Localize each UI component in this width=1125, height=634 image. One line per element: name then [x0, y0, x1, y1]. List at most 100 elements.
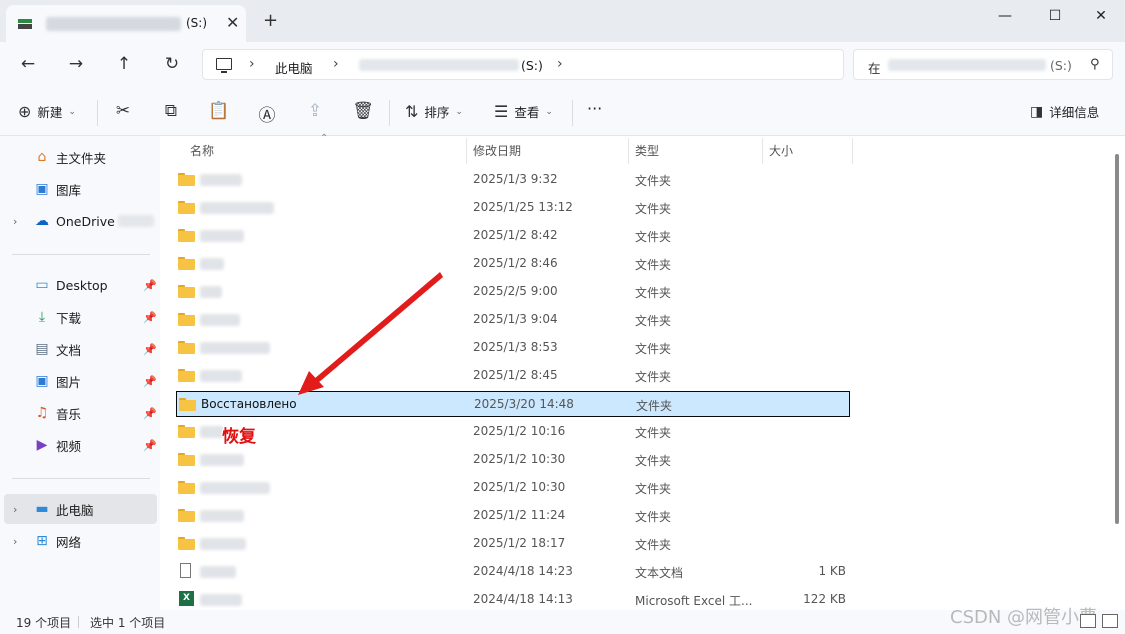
address-bar[interactable]: › 此电脑 › (S:) › — [202, 49, 844, 80]
minimize-button[interactable]: — — [990, 6, 1020, 30]
sidebar-item-this-pc[interactable]: › ▬ 此电脑 — [4, 494, 157, 524]
paste-icon[interactable]: 📋 — [208, 101, 230, 121]
file-date: 2025/1/2 8:46 — [473, 256, 558, 270]
search-icon[interactable]: ⚲ — [1090, 57, 1100, 72]
folder-icon — [178, 453, 195, 466]
sort-button[interactable]: ⇅ 排序 ⌄ — [405, 102, 463, 121]
pin-icon[interactable]: 📌 — [143, 311, 157, 324]
sidebar-item-pictures[interactable]: ▣ 图片 📌 — [4, 366, 157, 396]
file-row[interactable]: 2025/1/2 8:45 文件夹 — [176, 363, 850, 389]
file-row[interactable]: Восстановлено 2025/3/20 14:48 文件夹 — [176, 391, 850, 417]
breadcrumb-this-pc[interactable]: 此电脑 — [275, 58, 313, 77]
tab-drive-label: (S:) — [186, 16, 208, 30]
more-options-button[interactable]: ··· — [587, 99, 602, 118]
file-row[interactable]: 2025/1/3 8:53 文件夹 — [176, 335, 850, 361]
pin-icon[interactable]: 📌 — [143, 375, 157, 388]
folder-icon — [179, 398, 196, 411]
pin-icon[interactable]: 📌 — [143, 279, 157, 292]
sidebar-item-gallery[interactable]: ▣ 图库 — [4, 174, 157, 204]
file-date: 2025/1/2 18:17 — [473, 536, 566, 550]
file-row[interactable]: 2024/4/18 14:23 文本文档 1 KB — [176, 559, 850, 585]
file-row[interactable]: 2025/1/2 18:17 文件夹 — [176, 531, 850, 557]
file-row[interactable]: 2025/1/25 13:12 文件夹 — [176, 195, 850, 221]
sidebar-item-documents[interactable]: ▤ 文档 📌 — [4, 334, 157, 364]
view-button[interactable]: ☰ 查看 ⌄ — [494, 102, 553, 121]
tiles-view-icon[interactable] — [1102, 614, 1118, 628]
sidebar-item-downloads[interactable]: ⤓ 下载 📌 — [4, 302, 157, 332]
chevron-down-icon: ⌄ — [545, 106, 553, 117]
sidebar-item-network[interactable]: › ⊞ 网络 — [4, 526, 157, 556]
pin-icon[interactable]: 📌 — [143, 407, 157, 420]
share-icon[interactable]: ⇪ — [304, 101, 326, 121]
annotation-label: 恢复 — [222, 427, 256, 447]
desktop-icon: ▭ — [35, 277, 49, 293]
navigation-pane: ⌂ 主文件夹 ▣ 图库 › ☁ OneDrive ▭ Desktop 📌 ⤓ 下… — [0, 136, 160, 610]
breadcrumb-drive[interactable]: (S:) — [521, 58, 543, 73]
up-button[interactable]: ↑ — [110, 51, 138, 77]
sidebar-item-onedrive[interactable]: › ☁ OneDrive — [4, 206, 157, 236]
chevron-right-icon[interactable]: › — [557, 56, 563, 72]
chevron-right-icon[interactable]: › — [13, 535, 17, 548]
sidebar-item-desktop[interactable]: ▭ Desktop 📌 — [4, 270, 157, 300]
text-file-icon — [180, 563, 191, 578]
file-date: 2025/2/5 9:00 — [473, 284, 558, 298]
chevron-right-icon[interactable]: › — [13, 503, 17, 516]
file-size: 122 KB — [803, 592, 846, 606]
search-drive-redacted — [888, 59, 1046, 71]
file-row[interactable]: 2025/1/2 10:30 文件夹 — [176, 475, 850, 501]
sidebar-item-home[interactable]: ⌂ 主文件夹 — [4, 142, 157, 172]
sidebar-item-videos[interactable]: ▶ 视频 📌 — [4, 430, 157, 460]
new-tab-button[interactable]: + — [263, 12, 278, 30]
selected-count: 选中 1 个项目 — [90, 616, 166, 630]
file-row[interactable]: 2025/2/5 9:00 文件夹 — [176, 279, 850, 305]
copy-icon[interactable]: ⧉ — [160, 101, 182, 121]
cut-icon[interactable]: ✂ — [112, 101, 134, 121]
column-header-type[interactable]: 类型 — [635, 142, 659, 159]
file-row[interactable]: 2025/1/2 10:30 文件夹 — [176, 447, 850, 473]
new-button[interactable]: ⊕ 新建 ⌄ — [18, 102, 76, 121]
folder-icon — [178, 173, 195, 186]
search-drive-label: (S:) — [1050, 58, 1072, 73]
folder-icon — [178, 313, 195, 326]
file-row[interactable]: 2025/1/2 8:42 文件夹 — [176, 223, 850, 249]
tab-close-button[interactable]: ✕ — [226, 13, 239, 32]
title-bar: (S:) ✕ + — ☐ ✕ — [0, 0, 1125, 42]
delete-icon[interactable]: 🗑 — [352, 101, 374, 121]
computer-icon — [216, 58, 232, 73]
sidebar-item-music[interactable]: ♫ 音乐 📌 — [4, 398, 157, 428]
chevron-right-icon[interactable]: › — [13, 215, 17, 228]
download-icon: ⤓ — [38, 309, 46, 325]
file-type: 文件夹 — [635, 370, 672, 384]
back-button[interactable]: ← — [14, 51, 42, 77]
pictures-icon: ▣ — [35, 373, 49, 389]
file-row[interactable]: 2025/1/3 9:04 文件夹 — [176, 307, 850, 333]
details-pane-button[interactable]: ◨ 详细信息 — [1030, 102, 1099, 121]
file-type: 文本文档 — [635, 566, 684, 580]
file-type: 文件夹 — [635, 454, 672, 468]
pin-icon[interactable]: 📌 — [143, 439, 157, 452]
folder-icon — [178, 537, 195, 550]
rename-icon[interactable]: Ⓐ — [256, 101, 278, 126]
column-header-name[interactable]: 名称 — [190, 142, 214, 159]
file-row[interactable]: 2025/1/3 9:32 文件夹 — [176, 167, 850, 193]
window-tab[interactable]: (S:) ✕ — [6, 5, 246, 42]
column-header-size[interactable]: 大小 — [769, 142, 793, 159]
file-row[interactable]: 2025/1/2 10:16 文件夹 — [176, 419, 850, 445]
maximize-button[interactable]: ☐ — [1040, 6, 1070, 30]
column-header-date[interactable]: 修改日期 — [473, 142, 521, 159]
file-name-redacted — [200, 342, 270, 354]
file-type: Microsoft Excel 工... — [635, 594, 753, 608]
vertical-scrollbar[interactable] — [1115, 154, 1119, 524]
folder-icon — [178, 257, 195, 270]
forward-button[interactable]: → — [62, 51, 90, 77]
file-date: 2025/1/2 11:24 — [473, 508, 566, 522]
pin-icon[interactable]: 📌 — [143, 343, 157, 356]
close-button[interactable]: ✕ — [1086, 6, 1116, 30]
file-row[interactable]: 2025/1/2 11:24 文件夹 — [176, 503, 850, 529]
search-input[interactable]: 在 (S:) ⚲ — [853, 49, 1113, 80]
details-view-icon[interactable] — [1080, 614, 1096, 628]
file-row[interactable]: 2025/1/2 8:46 文件夹 — [176, 251, 850, 277]
file-name-redacted — [200, 566, 236, 578]
refresh-button[interactable]: ↻ — [158, 51, 186, 77]
file-list: 名称 ⌃ 修改日期 类型 大小 2025/1/3 9:32 文件夹 2025/1/2… — [160, 133, 1125, 610]
